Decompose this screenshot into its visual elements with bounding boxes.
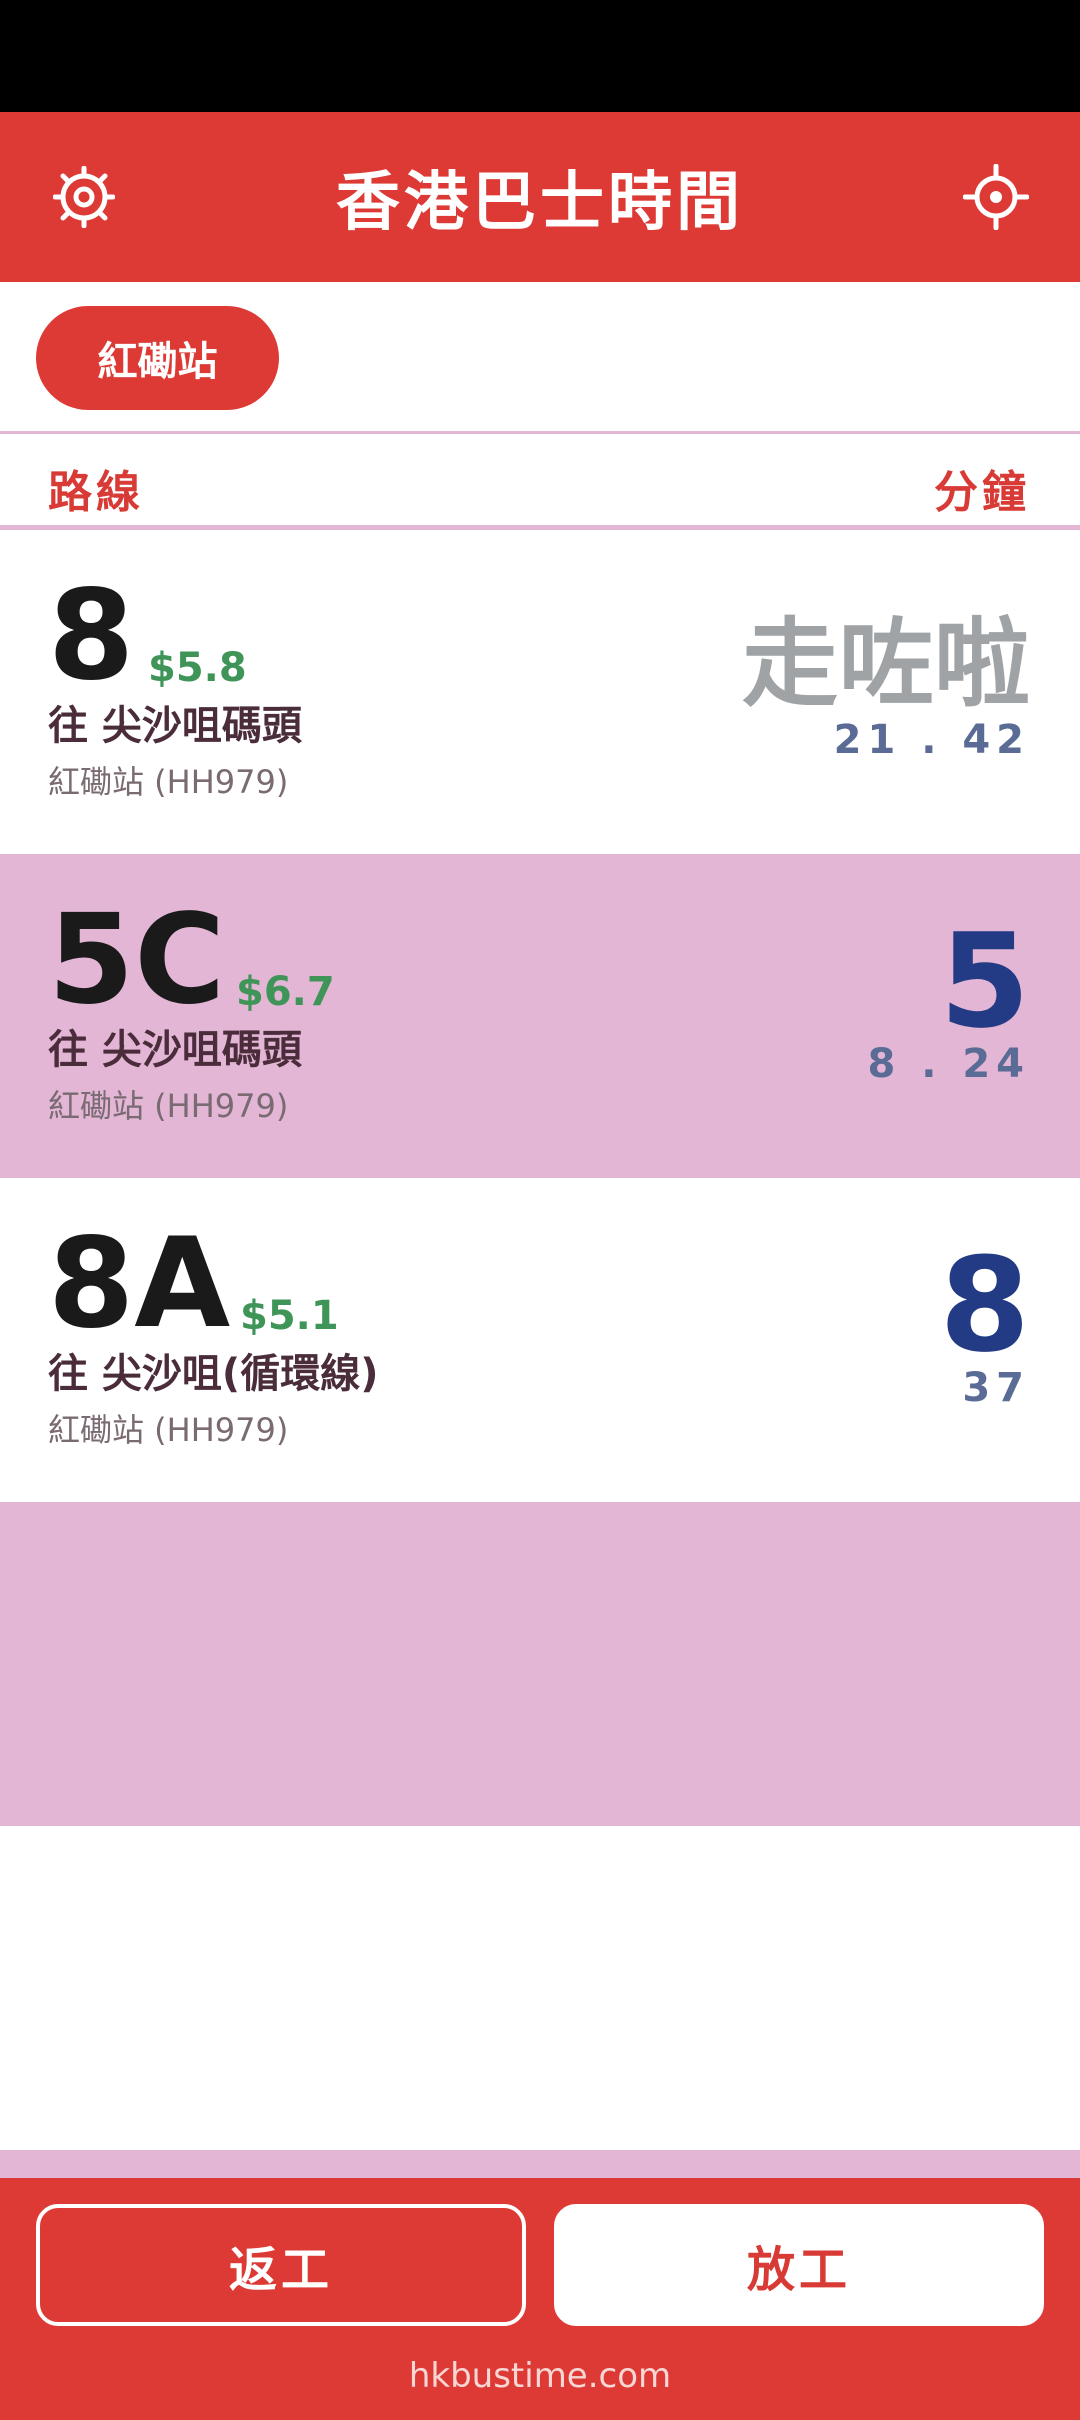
status-bar bbox=[0, 0, 1080, 112]
stop-selector-bar: 紅磡站 bbox=[0, 282, 1080, 434]
eta-detail: 37 bbox=[962, 1365, 1030, 1411]
location-crosshair-icon[interactable] bbox=[956, 157, 1036, 237]
route-fare: $5.8 bbox=[148, 645, 247, 691]
eta-detail: 21 . 42 bbox=[833, 717, 1030, 763]
eta-minutes: 8 bbox=[939, 1229, 1030, 1381]
bottom-divider-strip bbox=[0, 2150, 1080, 2180]
eta-minutes: 5 bbox=[939, 905, 1030, 1057]
route-row[interactable]: 8A $5.1 往 尖沙咀(循環線) 紅磡站 (HH979) 8 37 bbox=[0, 1178, 1080, 1502]
app-title: 香港巴士時間 bbox=[336, 166, 744, 240]
to-work-button[interactable]: 返工 bbox=[36, 2204, 526, 2326]
column-label-minutes: 分鐘 bbox=[934, 467, 1030, 518]
route-fare: $6.7 bbox=[236, 969, 335, 1015]
route-destination: 往 尖沙咀碼頭 bbox=[48, 703, 302, 749]
route-number: 5C bbox=[48, 888, 226, 1032]
off-work-button[interactable]: 放工 bbox=[554, 2204, 1044, 2326]
footer-website-link[interactable]: hkbustime.com bbox=[0, 2356, 1080, 2396]
route-fare: $5.1 bbox=[240, 1293, 339, 1339]
bottom-bar: 返工 放工 hkbustime.com bbox=[0, 2178, 1080, 2420]
empty-route-row bbox=[0, 1502, 1080, 1826]
settings-gear-icon[interactable] bbox=[44, 157, 124, 237]
eta-status: 走咗啦 bbox=[742, 608, 1030, 720]
route-destination: 往 尖沙咀(循環線) bbox=[48, 1351, 379, 1397]
route-stop-name: 紅磡站 (HH979) bbox=[48, 763, 289, 801]
route-destination: 往 尖沙咀碼頭 bbox=[48, 1027, 302, 1073]
stop-chip-button[interactable]: 紅磡站 bbox=[36, 306, 279, 410]
route-stop-name: 紅磡站 (HH979) bbox=[48, 1087, 289, 1125]
route-row[interactable]: 5C $6.7 往 尖沙咀碼頭 紅磡站 (HH979) 5 8 . 24 bbox=[0, 854, 1080, 1178]
column-label-route: 路線 bbox=[48, 467, 144, 518]
app-header: 香港巴士時間 bbox=[0, 112, 1080, 282]
route-row[interactable]: 8 $5.8 往 尖沙咀碼頭 紅磡站 (HH979) 走咗啦 21 . 42 bbox=[0, 530, 1080, 854]
eta-detail: 8 . 24 bbox=[867, 1041, 1030, 1087]
route-number: 8 bbox=[48, 564, 135, 708]
column-header: 路線 分鐘 bbox=[0, 434, 1080, 530]
route-list: 8 $5.8 往 尖沙咀碼頭 紅磡站 (HH979) 走咗啦 21 . 42 5… bbox=[0, 530, 1080, 1826]
route-number: 8A bbox=[48, 1212, 231, 1356]
route-stop-name: 紅磡站 (HH979) bbox=[48, 1411, 289, 1449]
